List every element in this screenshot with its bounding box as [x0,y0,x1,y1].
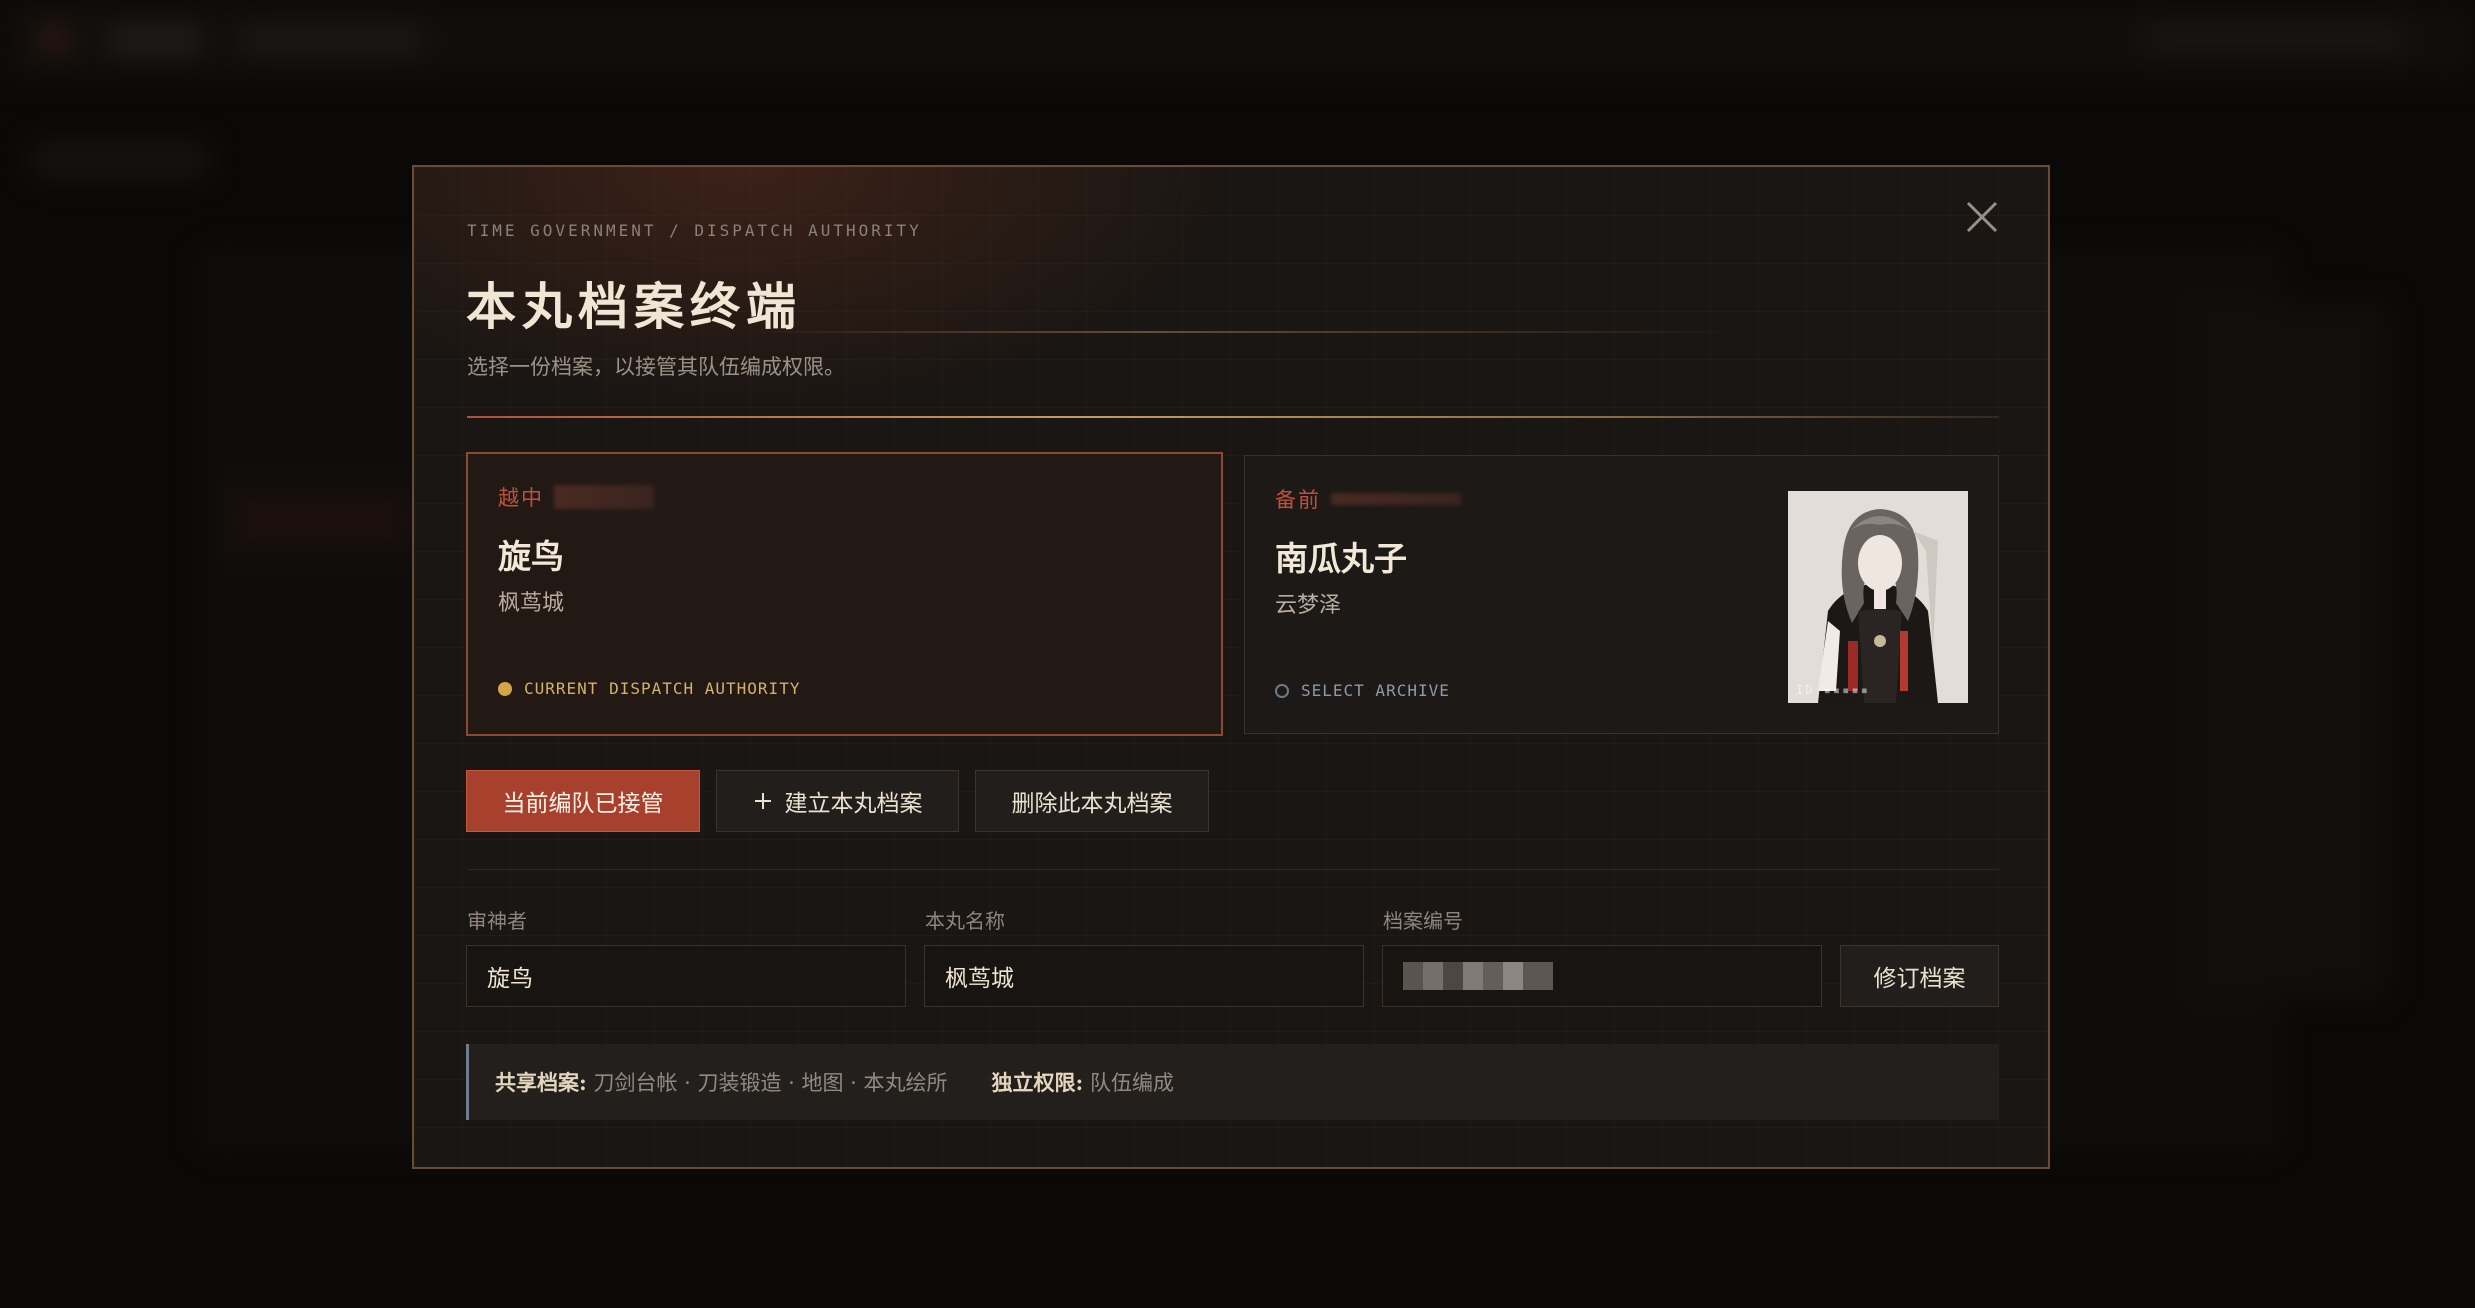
background-nav-block [2145,30,2405,48]
shared-archives-key: 共享档案: [495,1070,587,1095]
delete-archive-button[interactable]: 删除此本丸档案 [975,770,1209,832]
shared-archives-value: 刀剑台帐 · 刀装锻造 · 地图 · 本丸绘所 [593,1071,948,1095]
archive-id-input[interactable] [1382,945,1822,1007]
permissions-info-bar: 共享档案: 刀剑台帐 · 刀装锻造 · 地图 · 本丸绘所 独立权限: 队伍编成 [466,1044,1999,1120]
background-subtitle-block [240,28,420,52]
header-divider [467,416,1999,418]
create-archive-label: 建立本丸档案 [784,791,923,817]
archive-id-label: 档案编号 [1383,909,1463,933]
card-saniwa-name: 南瓜丸子 [1275,539,1407,578]
card-citadel-name: 云梦泽 [1275,593,1342,618]
plus-icon [754,793,771,809]
modal-title: 本丸档案终端 [466,277,802,336]
portrait-watermark: ID ▪▪▪▪▪ [1796,683,1870,697]
saniwa-label: 审神者 [467,909,527,933]
card-status: SELECT ARCHIVE [1275,681,1450,700]
background-title-block [110,28,200,52]
close-icon [1966,201,1998,233]
card-region-label: 备前 [1275,488,1321,512]
citadel-name-input[interactable]: 枫茑城 [924,945,1364,1007]
background-panel-accent [230,490,410,550]
independent-permissions-info: 独立权限: 队伍编成 [992,1067,1174,1097]
archive-card-selectable[interactable]: 备前 南瓜丸子 云梦泽 SELECT ARCHIVE ID ▪▪▪▪▪ [1244,455,1999,734]
saniwa-input[interactable]: 旋鸟 [466,945,906,1007]
archive-card-current[interactable]: 越中 旋鸟 枫茑城 CURRENT DISPATCH AUTHORITY [466,452,1223,736]
portrait-illustration [1788,491,1968,703]
card-region: 越中 [498,482,654,512]
background-column [2190,300,2390,1000]
independent-permissions-value: 队伍编成 [1089,1071,1174,1095]
section-divider [467,869,1999,870]
status-dot-empty-icon [1275,683,1289,698]
eyebrow-label: TIME GOVERNMENT / DISPATCH AUTHORITY [467,221,922,240]
background-sidebar-block [30,140,210,180]
card-citadel-name: 枫茑城 [498,591,565,616]
background-logo [40,24,70,54]
redacted-archive-id [1403,962,1553,990]
close-button[interactable] [1962,197,2002,237]
card-status-label: CURRENT DISPATCH AUTHORITY [524,679,801,698]
create-archive-button[interactable]: 建立本丸档案 [716,770,959,832]
character-portrait: ID ▪▪▪▪▪ [1788,491,1968,703]
shared-archives-info: 共享档案: 刀剑台帐 · 刀装锻造 · 地图 · 本丸绘所 [495,1067,948,1097]
card-region: 备前 [1275,484,1461,514]
independent-permissions-key: 独立权限: [991,1070,1084,1095]
status-dot-filled-icon [498,681,512,696]
redacted-text [554,485,654,509]
card-status-label: SELECT ARCHIVE [1301,681,1450,700]
title-accent-line [744,331,1744,333]
modal-subtitle: 选择一份档案，以接管其队伍编成权限。 [467,355,845,379]
card-region-label: 越中 [498,486,544,510]
revise-archive-button[interactable]: 修订档案 [1840,945,1999,1007]
redacted-text [1331,493,1461,505]
card-saniwa-name: 旋鸟 [498,537,564,576]
card-status: CURRENT DISPATCH AUTHORITY [498,679,800,698]
archive-terminal-modal: TIME GOVERNMENT / DISPATCH AUTHORITY 本丸档… [412,165,2050,1169]
citadel-name-label: 本丸名称 [925,909,1005,933]
dispatch-takeover-button[interactable]: 当前编队已接管 [466,770,700,832]
